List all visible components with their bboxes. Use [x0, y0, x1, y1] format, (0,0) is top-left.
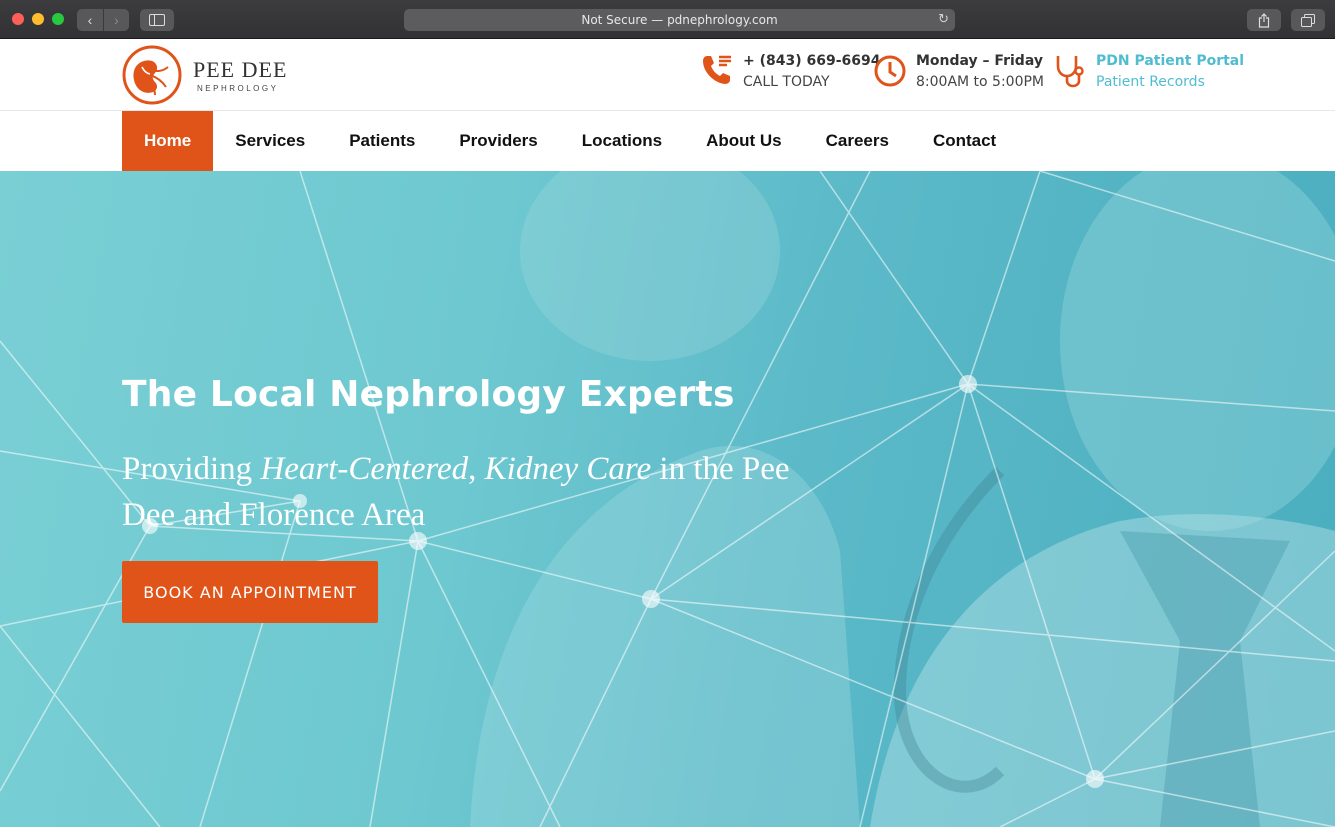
book-appointment-button[interactable]: BOOK AN APPOINTMENT: [122, 561, 378, 623]
stethoscope-icon: [1056, 56, 1084, 88]
zoom-window-button[interactable]: [52, 13, 64, 25]
office-hours: Monday – Friday 8:00AM to 5:00PM: [873, 53, 1044, 90]
hero-title: The Local Nephrology Experts: [122, 374, 735, 415]
forward-icon[interactable]: ›: [103, 9, 129, 31]
kidney-logo-icon: [122, 45, 182, 105]
nav-item-services[interactable]: Services: [213, 111, 327, 171]
site-header: PEE DEE NEPHROLOGY + (843) 669-6694 CALL…: [0, 39, 1335, 111]
portal-title[interactable]: PDN Patient Portal: [1096, 53, 1244, 69]
web-page: PEE DEE NEPHROLOGY + (843) 669-6694 CALL…: [0, 39, 1335, 827]
portal-subtitle[interactable]: Patient Records: [1096, 74, 1244, 90]
hero-banner: The Local Nephrology Experts Providing H…: [0, 171, 1335, 827]
hero-subtitle-em1: Heart-Centered: [260, 451, 469, 487]
clock-icon: [874, 55, 906, 87]
share-icon: [1258, 12, 1270, 28]
patient-portal-link[interactable]: PDN Patient Portal Patient Records: [1053, 53, 1244, 90]
nav-item-careers[interactable]: Careers: [804, 111, 911, 171]
main-nav: Home Services Patients Providers Locatio…: [0, 111, 1335, 171]
logo-subtitle: NEPHROLOGY: [197, 84, 279, 93]
minimize-window-button[interactable]: [32, 13, 44, 25]
site-logo[interactable]: PEE DEE NEPHROLOGY: [122, 45, 287, 105]
nav-item-patients[interactable]: Patients: [327, 111, 437, 171]
history-nav: ‹ ›: [77, 9, 129, 31]
nav-item-about-us[interactable]: About Us: [684, 111, 804, 171]
phone-contact[interactable]: + (843) 669-6694 CALL TODAY: [700, 53, 881, 90]
nav-item-locations[interactable]: Locations: [560, 111, 684, 171]
reload-icon[interactable]: ↻: [938, 12, 949, 27]
share-button[interactable]: [1247, 9, 1281, 31]
nav-item-providers[interactable]: Providers: [437, 111, 559, 171]
phone-icon: [703, 55, 731, 84]
sidebar-toggle-button[interactable]: [140, 9, 174, 31]
hero-subtitle-part2: ,: [468, 451, 485, 487]
hours-time: 8:00AM to 5:00PM: [916, 74, 1045, 90]
tabs-icon: [1301, 13, 1315, 27]
tab-overview-button[interactable]: [1291, 9, 1325, 31]
back-icon[interactable]: ‹: [77, 9, 103, 31]
browser-toolbar: ‹ › Not Secure — pdnephrology.com ↻: [0, 0, 1335, 39]
nav-item-contact[interactable]: Contact: [911, 111, 1018, 171]
hero-subtitle-part1: Providing: [122, 451, 261, 487]
phone-number[interactable]: + (843) 669-6694: [743, 53, 881, 69]
address-bar[interactable]: Not Secure — pdnephrology.com ↻: [404, 9, 955, 31]
hero-subtitle-em2: Kidney Care: [484, 451, 652, 487]
call-today-label: CALL TODAY: [743, 74, 830, 90]
logo-name: PEE DEE: [193, 57, 288, 82]
url-text: Not Secure — pdnephrology.com: [581, 13, 778, 27]
close-window-button[interactable]: [12, 13, 24, 25]
nav-item-home[interactable]: Home: [122, 111, 214, 171]
hero-subtitle: Providing Heart-Centered, Kidney Care in…: [122, 446, 822, 538]
sidebar-icon: [149, 14, 165, 26]
hours-days: Monday – Friday: [916, 53, 1043, 69]
